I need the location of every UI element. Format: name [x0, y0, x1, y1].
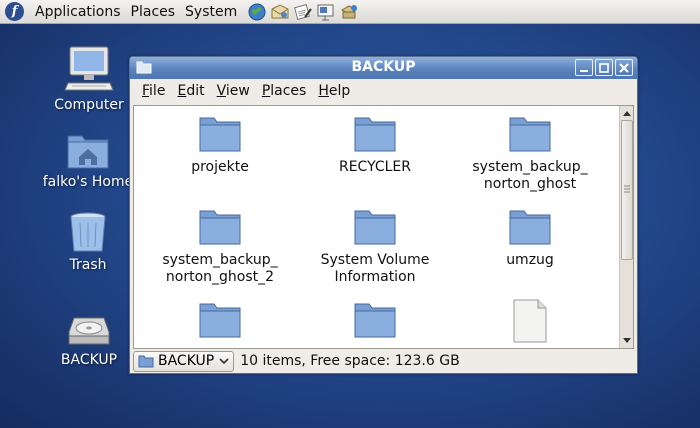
fedora-logo-icon[interactable]: f	[5, 2, 24, 21]
web-browser-icon[interactable]	[246, 2, 267, 22]
file-manager-window: BACKUP File Edit View Places Help projek…	[129, 56, 638, 374]
window-titlebar[interactable]: BACKUP	[130, 57, 637, 79]
folder-icon	[354, 303, 396, 338]
menu-file[interactable]: File	[136, 83, 171, 99]
file-item-label: System Volume	[320, 252, 430, 268]
desktop-icon-computer[interactable]: Computer	[41, 45, 137, 113]
menu-mnemonic: E	[177, 83, 187, 99]
menu-label: laces	[270, 83, 307, 99]
menu-mnemonic: H	[318, 83, 329, 99]
icon-grid: projekte RECYCLER system_backup_ norton_…	[134, 106, 621, 348]
folder-icon	[509, 210, 551, 245]
desktop-icon-label: falko's Home	[42, 174, 134, 190]
maximize-icon	[599, 62, 609, 73]
file-item[interactable]	[297, 301, 453, 345]
file-item[interactable]: RECYCLER	[297, 115, 453, 176]
maximize-button[interactable]	[595, 59, 613, 76]
folder-icon	[354, 210, 396, 245]
home-folder-icon	[67, 135, 109, 169]
drive-icon	[68, 317, 110, 345]
panel-menu-places[interactable]: Places	[126, 4, 181, 20]
desktop-icon-label: Trash	[69, 257, 107, 273]
close-button[interactable]	[615, 59, 633, 76]
scrollbar-thumb[interactable]	[621, 120, 633, 260]
menu-view[interactable]: View	[211, 83, 256, 99]
status-text: 10 items, Free space: 123.6 GB	[240, 353, 460, 369]
icon-view: projekte RECYCLER system_backup_ norton_…	[133, 105, 634, 349]
status-bar: BACKUP 10 items, Free space: 123.6 GB	[133, 349, 634, 373]
menu-mnemonic: V	[216, 83, 226, 99]
menu-places[interactable]: Places	[256, 83, 313, 99]
mail-icon[interactable]	[269, 2, 290, 22]
menu-label: ile	[149, 83, 166, 99]
minimize-button[interactable]	[575, 59, 593, 76]
folder-icon	[138, 355, 154, 367]
scroll-up-icon[interactable]	[621, 107, 633, 119]
folder-icon	[509, 117, 551, 152]
trash-icon	[70, 212, 106, 252]
file-item[interactable]: system_backup_ norton_ghost_2	[142, 208, 298, 286]
panel-menu-applications[interactable]: Applications	[30, 4, 126, 20]
file-item-label: system_backup_	[472, 159, 588, 175]
file-item[interactable]	[452, 299, 608, 348]
desktop-icon-label: BACKUP	[60, 352, 118, 368]
menu-help[interactable]: Help	[312, 83, 356, 99]
desktop-icon-home[interactable]: falko's Home	[40, 130, 136, 190]
file-item-label: umzug	[506, 252, 554, 268]
chevron-down-icon	[219, 358, 229, 365]
document-icon	[513, 299, 547, 343]
top-panel: f Applications Places System	[0, 0, 700, 24]
file-item[interactable]	[142, 301, 298, 345]
file-item[interactable]: system_backup_ norton_ghost	[452, 115, 608, 193]
presentation-icon[interactable]	[315, 2, 336, 22]
text-editor-icon[interactable]	[292, 2, 313, 22]
menu-edit[interactable]: Edit	[171, 83, 210, 99]
file-item-label: system_backup_	[162, 252, 278, 268]
folder-icon	[199, 210, 241, 245]
desktop-icon-label: Computer	[54, 97, 124, 113]
location-label: BACKUP	[158, 353, 215, 369]
minimize-icon	[580, 69, 588, 72]
file-item-label-line2: Information	[334, 269, 416, 285]
menu-label: elp	[328, 83, 351, 99]
desktop-icon-backup[interactable]: BACKUP	[41, 312, 137, 368]
close-icon	[619, 62, 629, 73]
window-title: BACKUP	[351, 59, 416, 75]
location-dropdown[interactable]: BACKUP	[133, 350, 235, 372]
folder-icon	[354, 117, 396, 152]
panel-menu-system[interactable]: System	[180, 4, 242, 20]
desktop-icon-trash[interactable]: Trash	[40, 209, 136, 273]
panel-launchers	[246, 2, 361, 22]
file-item-label: RECYCLER	[338, 159, 412, 175]
file-item[interactable]: projekte	[142, 115, 298, 176]
computer-icon	[64, 46, 114, 91]
menu-label: dit	[186, 83, 205, 99]
scroll-down-icon[interactable]	[621, 335, 633, 347]
file-item-label-line2: norton_ghost	[483, 176, 577, 192]
file-item[interactable]: umzug	[452, 208, 608, 269]
window-controls	[573, 59, 633, 76]
file-item[interactable]: System Volume Information	[297, 208, 453, 286]
menu-mnemonic: F	[142, 83, 150, 99]
vertical-scrollbar[interactable]	[619, 106, 633, 348]
file-item-label: projekte	[191, 159, 249, 175]
window-menubar: File Edit View Places Help	[130, 79, 637, 103]
menu-mnemonic: P	[261, 83, 271, 99]
network-icon[interactable]	[338, 2, 359, 22]
folder-icon	[199, 303, 241, 338]
file-item-label-line2: norton_ghost_2	[165, 269, 275, 285]
grip-icon	[624, 185, 630, 193]
menu-label: iew	[225, 83, 250, 99]
folder-icon	[199, 117, 241, 152]
